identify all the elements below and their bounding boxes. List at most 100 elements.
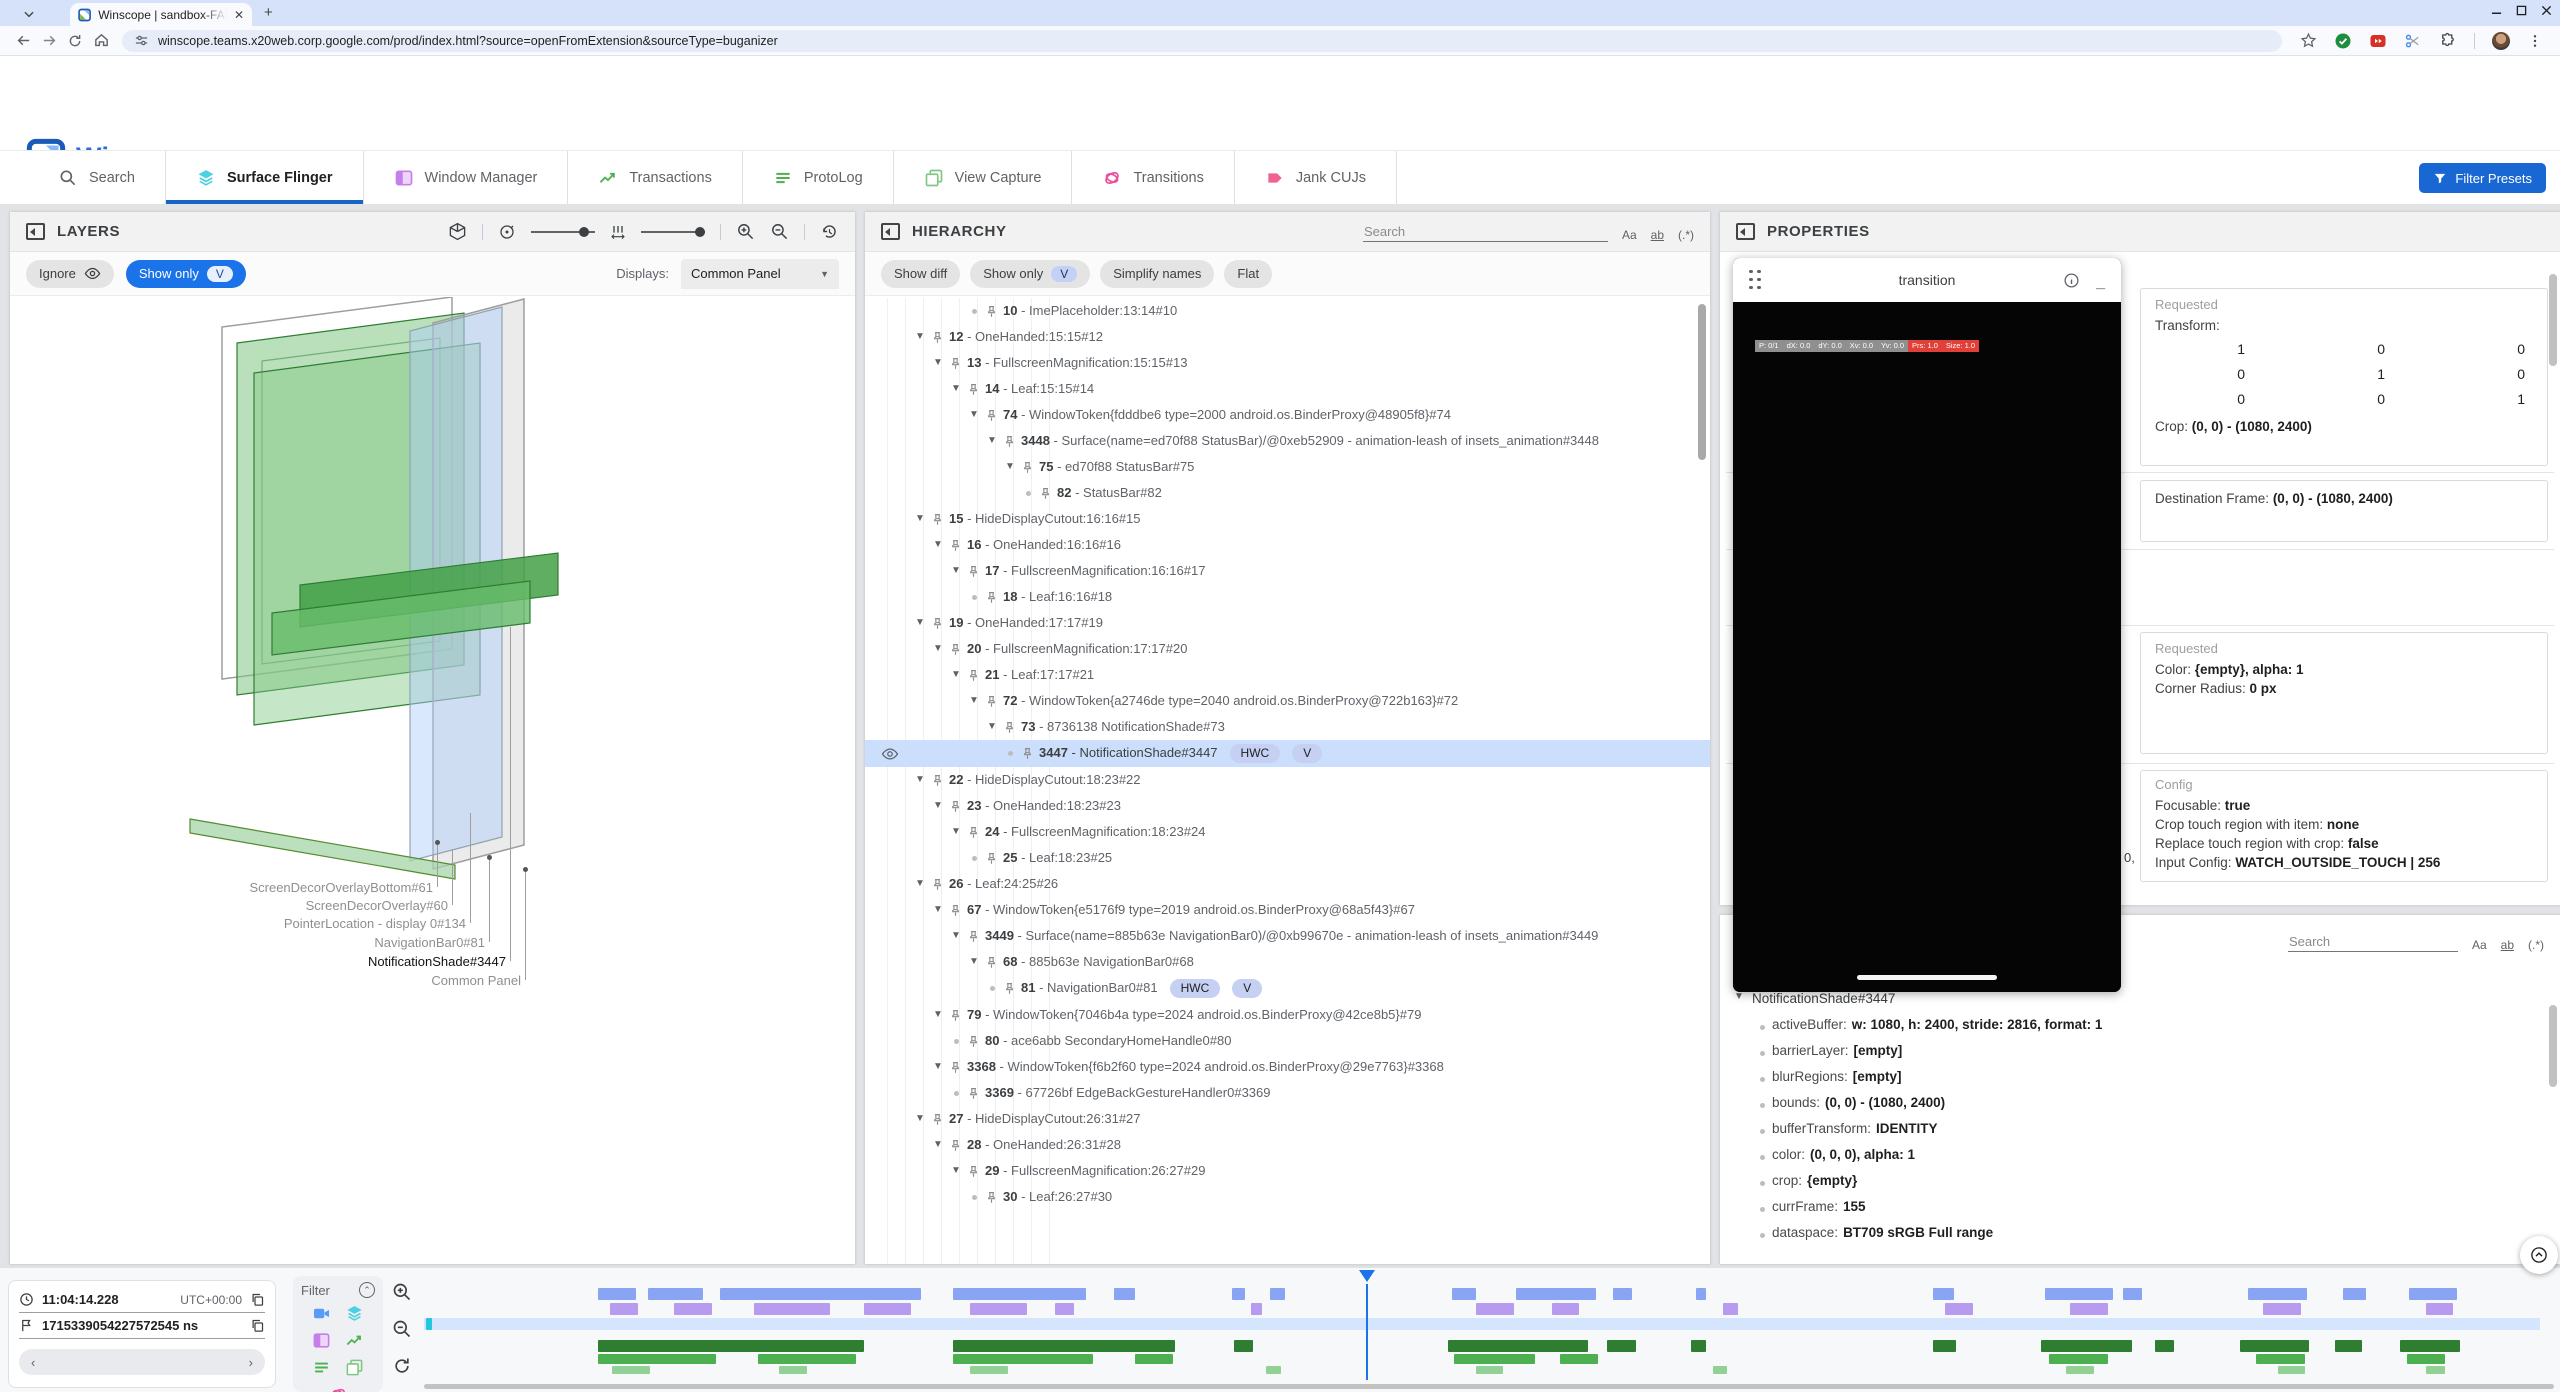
hierarchy-search-input[interactable]	[1363, 222, 1608, 242]
hierarchy-node-16[interactable]: ▼16 - OneHanded:16:16#16	[865, 532, 1710, 558]
pin-icon[interactable]	[1021, 745, 1039, 760]
properties-detail-scrollbar[interactable]	[2549, 1005, 2557, 1087]
property-currFrame[interactable]: currFrame:155	[1756, 1199, 2546, 1225]
hierarchy-node-15[interactable]: ▼15 - HideDisplayCutout:16:16#15	[865, 506, 1710, 532]
tab-search-icon[interactable]	[18, 4, 40, 22]
browser-tab[interactable]: Winscope | sandbox-FAIL ✕	[70, 3, 252, 26]
transactions-row[interactable]	[424, 1340, 2540, 1352]
tab-protolog[interactable]: ProtoLog	[743, 151, 894, 204]
chevron-left-icon[interactable]: ‹	[31, 1355, 35, 1370]
regex-toggle[interactable]: (.*)	[1678, 228, 1694, 242]
hierarchy-node-82[interactable]: 82 - StatusBar#82	[865, 480, 1710, 506]
hierarchy-node-3449[interactable]: ▼3449 - Surface(name=885b63e NavigationB…	[865, 923, 1710, 949]
timeline-pan-control[interactable]: ‹ ›	[19, 1349, 265, 1375]
human-time-field[interactable]: 11:04:14.228 UTC+00:00	[19, 1287, 265, 1313]
tab-window-manager[interactable]: Window Manager	[364, 151, 569, 204]
pin-icon[interactable]	[949, 641, 967, 656]
chip-show-only[interactable]: Show onlyV	[970, 260, 1090, 288]
property-blurRegions[interactable]: blurRegions:[empty]	[1756, 1069, 2546, 1095]
pin-icon[interactable]	[931, 329, 949, 344]
property-barrierLayer[interactable]: barrierLayer:[empty]	[1756, 1043, 2546, 1069]
whole-word-toggle[interactable]: ab	[1651, 228, 1664, 242]
spacing-icon[interactable]	[610, 223, 626, 241]
forward-icon[interactable]	[36, 32, 62, 49]
swirl-icon[interactable]	[329, 1385, 348, 1392]
spacing-slider[interactable]	[641, 231, 705, 233]
pin-icon[interactable]	[1039, 485, 1057, 500]
property-activeBuffer[interactable]: activeBuffer:w: 1080, h: 2400, stride: 2…	[1756, 1017, 2546, 1043]
match-case-toggle[interactable]: Aa	[2472, 938, 2487, 952]
pin-icon[interactable]	[967, 1085, 985, 1100]
hierarchy-node-26[interactable]: ▼26 - Leaf:24:25#26	[865, 871, 1710, 897]
back-icon[interactable]	[10, 32, 36, 49]
hierarchy-node-3369[interactable]: 3369 - 67726bf EdgeBackGestureHandler0#3…	[865, 1080, 1710, 1106]
pin-icon[interactable]	[967, 928, 985, 943]
property-bufferTransform[interactable]: bufferTransform:IDENTITY	[1756, 1121, 2546, 1147]
hierarchy-node-73[interactable]: ▼73 - 8736138 NotificationShade#73	[865, 714, 1710, 740]
chevron-expand-icon[interactable]: ▼	[969, 953, 985, 971]
zoom-out-icon[interactable]	[392, 1319, 412, 1339]
hierarchy-node-67[interactable]: ▼67 - WindowToken{e5176f9 type=2019 andr…	[865, 897, 1710, 923]
info-icon[interactable]	[2063, 272, 2080, 289]
match-case-toggle[interactable]: Aa	[1622, 228, 1637, 242]
chevron-expand-icon[interactable]: ▼	[933, 1006, 949, 1024]
hierarchy-node-10[interactable]: 10 - ImePlaceholder:13:14#10	[865, 298, 1710, 324]
pin-icon[interactable]	[985, 407, 1003, 422]
chevron-expand-icon[interactable]: ▼	[915, 875, 931, 893]
ignore-chip[interactable]: Ignore	[26, 260, 114, 288]
pin-icon[interactable]	[967, 563, 985, 578]
reset-zoom-icon[interactable]	[392, 1356, 412, 1376]
screen-recording-row[interactable]	[424, 1288, 2540, 1300]
pin-icon[interactable]	[985, 303, 1003, 318]
properties-scrollbar[interactable]	[2549, 274, 2557, 366]
new-tab-button[interactable]: +	[264, 4, 273, 21]
transitions-row[interactable]	[424, 1366, 2540, 1374]
pin-icon[interactable]	[931, 772, 949, 787]
hierarchy-node-27[interactable]: ▼27 - HideDisplayCutout:26:31#27	[865, 1106, 1710, 1132]
hierarchy-node-3448[interactable]: ▼3448 - Surface(name=ed70f88 StatusBar)/…	[865, 428, 1710, 454]
profile-avatar[interactable]	[2492, 32, 2510, 50]
layer-label[interactable]: NavigationBar0#81	[374, 935, 485, 950]
layers-icon[interactable]	[345, 1304, 364, 1323]
collapse-panel-icon[interactable]	[1736, 223, 1755, 240]
hierarchy-node-13[interactable]: ▼13 - FullscreenMagnification:15:15#13	[865, 350, 1710, 376]
chevron-expand-icon[interactable]: ▼	[915, 771, 931, 789]
copy-icon[interactable]	[250, 1318, 265, 1333]
pin-icon[interactable]	[967, 667, 985, 682]
minimize-overlay-icon[interactable]: _	[2096, 274, 2105, 292]
layer-label[interactable]: ScreenDecorOverlayBottom#61	[249, 880, 433, 895]
properties-search-input[interactable]	[2288, 932, 2458, 952]
pin-icon[interactable]	[967, 824, 985, 839]
hierarchy-node-3368[interactable]: ▼3368 - WindowToken{f6b2f60 type=2024 an…	[865, 1054, 1710, 1080]
property-crop[interactable]: crop:{empty}	[1756, 1173, 2546, 1199]
pin-icon[interactable]	[949, 1059, 967, 1074]
tab-search[interactable]: Search	[28, 151, 166, 204]
reload-icon[interactable]	[62, 33, 88, 49]
hierarchy-node-21[interactable]: ▼21 - Leaf:17:17#21	[865, 662, 1710, 688]
hierarchy-node-28[interactable]: ▼28 - OneHanded:26:31#28	[865, 1132, 1710, 1158]
chevron-expand-icon[interactable]: ▼	[933, 797, 949, 815]
ns-time-field[interactable]: 1715339054227572545 ns	[19, 1313, 265, 1339]
layer-label[interactable]: NotificationShade#3447	[368, 954, 506, 969]
tab-jank-cujs[interactable]: Jank CUJs	[1235, 151, 1397, 204]
url-bar[interactable]: winscope.teams.x20web.corp.google.com/pr…	[122, 30, 2282, 52]
pin-icon[interactable]	[949, 798, 967, 813]
zoom-out-icon[interactable]	[770, 222, 789, 241]
chip-flat[interactable]: Flat	[1224, 260, 1272, 288]
filter-presets-button[interactable]: Filter Presets	[2419, 163, 2546, 193]
hierarchy-node-23[interactable]: ▼23 - OneHanded:18:23#23	[865, 793, 1710, 819]
pin-icon[interactable]	[931, 876, 949, 891]
chevron-expand-icon[interactable]: ▼	[915, 614, 931, 632]
hierarchy-node-74[interactable]: ▼74 - WindowToken{fdddbe6 type=2000 andr…	[865, 402, 1710, 428]
chip-simplify-names[interactable]: Simplify names	[1100, 260, 1214, 288]
hierarchy-node-75[interactable]: ▼75 - ed70f88 StatusBar#75	[865, 454, 1710, 480]
minimize-icon[interactable]	[2491, 5, 2502, 16]
pin-icon[interactable]	[985, 850, 1003, 865]
hierarchy-node-18[interactable]: 18 - Leaf:16:16#18	[865, 584, 1710, 610]
pin-icon[interactable]	[949, 902, 967, 917]
timeline-canvas[interactable]	[424, 1286, 2540, 1380]
window-icon[interactable]	[312, 1331, 331, 1350]
hierarchy-scrollbar[interactable]	[1698, 304, 1706, 460]
hierarchy-node-22[interactable]: ▼22 - HideDisplayCutout:18:23#22	[865, 767, 1710, 793]
pin-icon[interactable]	[967, 1033, 985, 1048]
